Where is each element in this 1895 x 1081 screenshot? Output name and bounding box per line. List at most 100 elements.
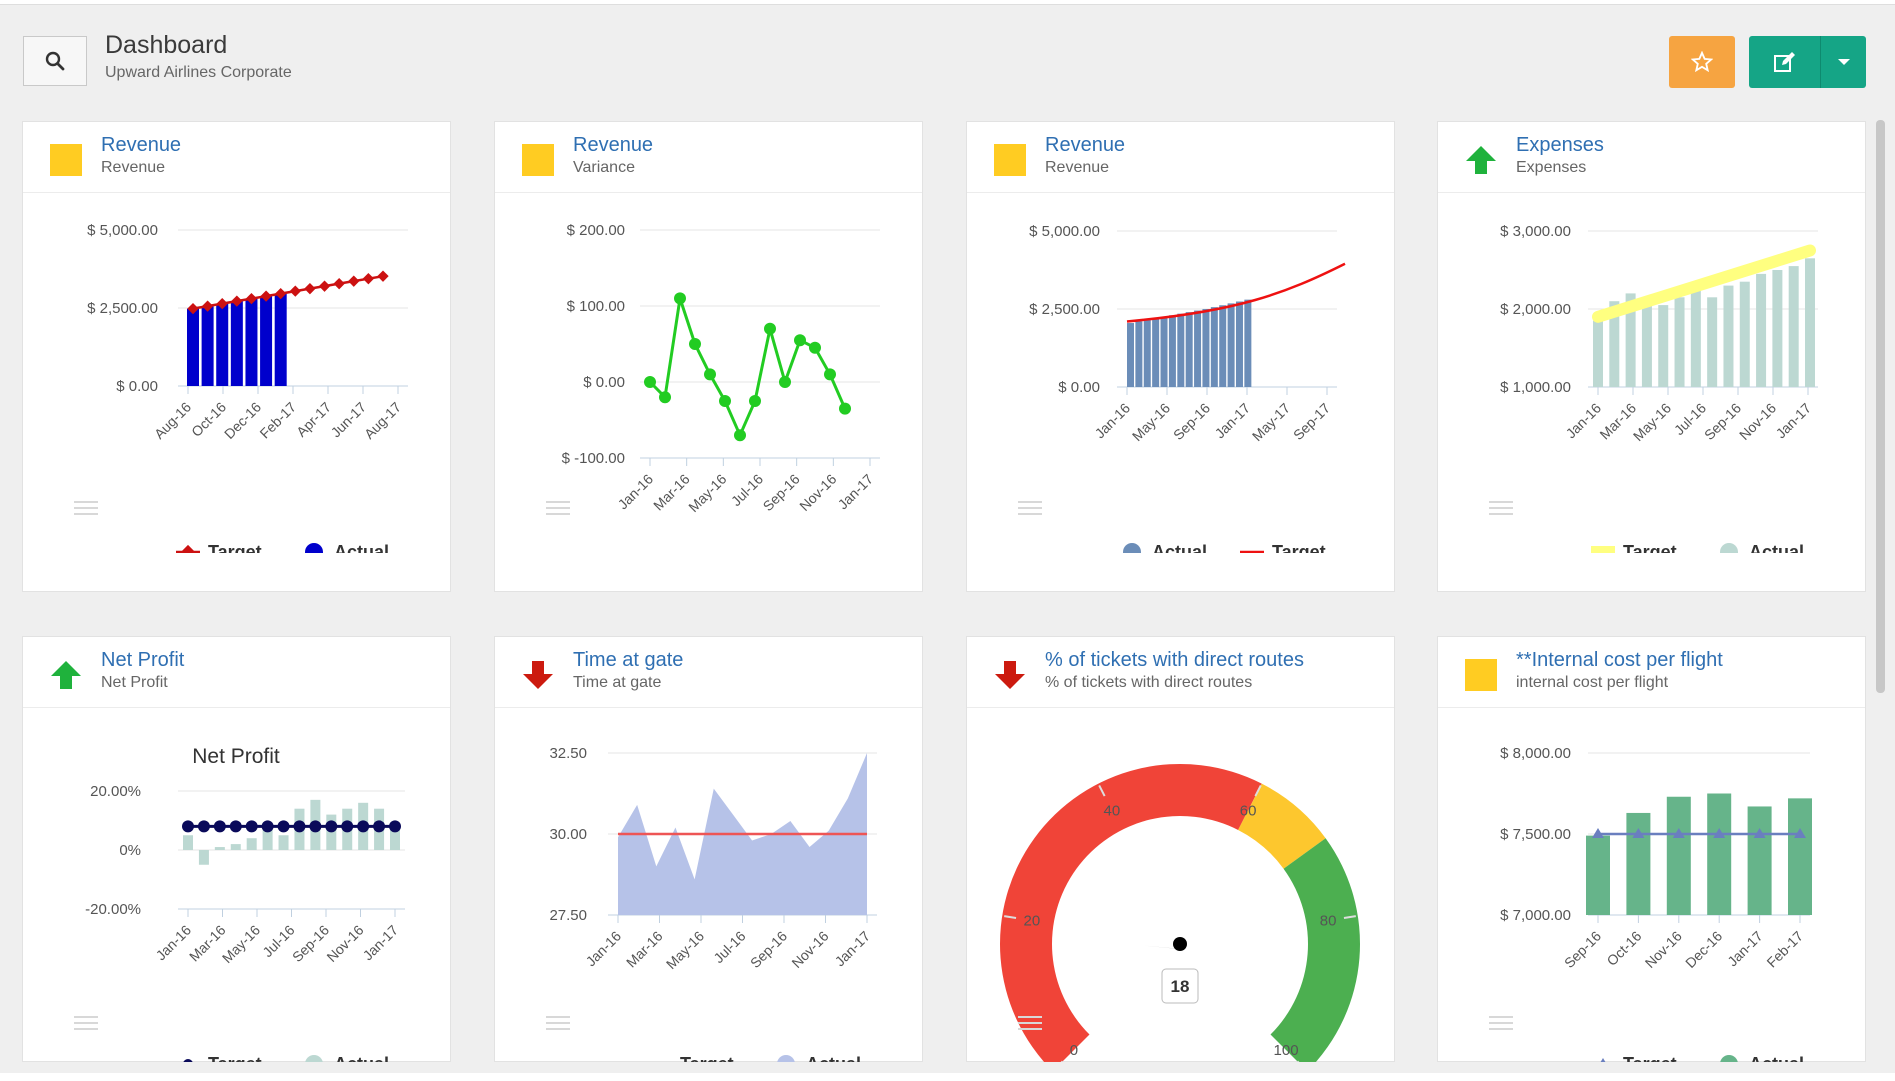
x-tick-label: Oct-16 — [1603, 928, 1644, 969]
variance-point — [674, 292, 686, 305]
variance-point — [839, 402, 851, 415]
edit-button[interactable] — [1749, 36, 1821, 88]
kpi-card-time-at-gate[interactable]: Time at gate Time at gate 32.50 30.00 27.5… — [494, 636, 923, 1062]
target-point — [289, 285, 301, 297]
legend-label: Actual — [806, 1054, 861, 1062]
card-subtitle: Net Profit — [101, 674, 168, 691]
x-tick-label: May-17 — [1249, 400, 1293, 444]
drag-handle-icon[interactable] — [1018, 1016, 1042, 1032]
card-title[interactable]: % of tickets with direct routes — [1045, 649, 1304, 672]
y-tick-label: $ 2,500.00 — [1029, 301, 1100, 318]
card-title[interactable]: Expenses — [1516, 134, 1604, 157]
bar — [1160, 316, 1168, 387]
x-tick-label: Dec-16 — [1682, 928, 1725, 971]
card-title[interactable]: Revenue — [573, 134, 653, 157]
x-tick-label: Jan-17 — [835, 471, 877, 513]
y-tick-label: 27.50 — [549, 907, 587, 924]
bar — [1707, 793, 1732, 915]
star-icon — [1691, 51, 1713, 73]
search-button[interactable] — [23, 36, 87, 86]
card-title[interactable]: Net Profit — [101, 649, 184, 672]
yellow-square-icon — [522, 144, 554, 176]
vertical-scrollbar[interactable] — [1876, 120, 1885, 693]
gauge-pivot — [1173, 937, 1187, 951]
y-tick-label: 32.50 — [549, 745, 587, 762]
target-point — [362, 273, 375, 285]
drag-handle-icon[interactable] — [74, 1016, 98, 1032]
kpi-card-direct-routes[interactable]: % of tickets with direct routes % of tic… — [966, 636, 1395, 1062]
x-tick-label: Jan-16 — [583, 928, 625, 970]
drag-handle-icon[interactable] — [74, 501, 98, 517]
y-tick-label: $ 7,000.00 — [1500, 907, 1571, 924]
bar — [1666, 796, 1691, 915]
y-tick-label: $ 0.00 — [1058, 379, 1100, 396]
y-tick-label: $ 2,500.00 — [87, 300, 158, 317]
legend-label: Actual — [334, 1054, 389, 1062]
y-tick-label: $ 5,000.00 — [1029, 223, 1100, 240]
card-title[interactable]: Revenue — [101, 134, 181, 157]
y-tick-label: $ 1,000.00 — [1500, 379, 1571, 396]
bar — [245, 298, 258, 386]
card-subtitle: % of tickets with direct routes — [1045, 674, 1253, 691]
target-point — [197, 820, 210, 833]
bar — [1235, 301, 1243, 387]
bar — [1227, 303, 1235, 387]
x-tick-label: Jan-17 — [360, 922, 402, 964]
legend-label: Target — [1623, 1054, 1677, 1062]
kpi-card-internal-cost[interactable]: **Internal cost per flight internal cost… — [1437, 636, 1866, 1062]
target-point — [348, 275, 360, 287]
kpi-card-expenses[interactable]: Expenses Expenses $ 3,000.00 $ 2,000.00 $ … — [1437, 121, 1866, 592]
target-point — [309, 820, 322, 833]
bar — [1210, 307, 1218, 387]
card-subtitle: Variance — [573, 159, 635, 176]
kpi-card-revenue-trend[interactable]: Revenue Revenue $ 5,000.00 $ 2,500.00 $ 0.… — [966, 121, 1395, 592]
bar — [1177, 313, 1185, 387]
legend-symbol — [183, 1059, 193, 1062]
x-tick-label: Jan-16 — [615, 471, 657, 513]
x-tick-label: Jul-16 — [710, 928, 748, 966]
x-tick-label: May-16 — [663, 928, 707, 972]
drag-handle-icon[interactable] — [1018, 501, 1042, 517]
bar — [1674, 297, 1685, 387]
gauge-tick-label: 40 — [1104, 802, 1121, 819]
drag-handle-icon[interactable] — [1489, 1016, 1513, 1032]
x-tick-label: Jan-16 — [1092, 400, 1134, 442]
card-subtitle: Expenses — [1516, 159, 1587, 176]
legend-label: Actual — [1749, 1054, 1804, 1062]
variance-point — [734, 429, 746, 442]
card-header: Revenue Revenue — [967, 122, 1394, 193]
bar — [1772, 270, 1783, 387]
drag-handle-icon[interactable] — [546, 501, 570, 517]
bar — [1152, 318, 1160, 387]
bar — [198, 850, 209, 865]
card-title[interactable]: Revenue — [1045, 134, 1125, 157]
bar — [274, 293, 287, 386]
target-point — [373, 820, 386, 833]
y-tick-label: -20.00% — [85, 901, 141, 918]
target-point — [277, 820, 290, 833]
target-point — [325, 820, 338, 833]
x-tick-label: Sep-16 — [760, 471, 803, 514]
kpi-card-revenue-variance[interactable]: Revenue Variance $ 200.00 $ 100.00 $ 0.00 $… — [494, 121, 923, 592]
kpi-card-revenue[interactable]: Revenue Revenue $ 5,000.00 $ 2,500.00 $ 0.… — [22, 121, 451, 592]
card-title[interactable]: Time at gate — [573, 649, 683, 672]
revenue-chart: $ 5,000.00$ 2,500.00$ 0.00Aug-16Oct-16De… — [87, 222, 408, 553]
bar — [1135, 321, 1143, 387]
gauge-band — [1270, 838, 1360, 1062]
y-tick-label: $ 5,000.00 — [87, 222, 158, 239]
direct-routes-gauge: 0 20 40 60 80 100 18 — [1000, 764, 1360, 1062]
drag-handle-icon[interactable] — [546, 1016, 570, 1032]
bar — [183, 835, 193, 850]
time-at-gate-chart: 32.50 30.00 27.50 Jan-16Mar-16May-16 Jul-16S… — [549, 745, 877, 1062]
gauge-tick-label: 60 — [1240, 802, 1257, 819]
card-title[interactable]: **Internal cost per flight — [1516, 649, 1723, 672]
target-point — [357, 820, 370, 833]
drag-handle-icon[interactable] — [1489, 501, 1513, 517]
x-tick-label: Jan-17 — [1212, 400, 1254, 442]
kpi-card-net-profit[interactable]: Net Profit Net Profit Net Profit 20.00% 0%… — [22, 636, 451, 1062]
edit-dropdown-button[interactable] — [1821, 36, 1866, 88]
variance-point — [824, 368, 836, 381]
x-tick-label: Sep-16 — [1701, 400, 1744, 443]
favorite-button[interactable] — [1669, 36, 1735, 88]
y-tick-label: $ 0.00 — [583, 374, 625, 391]
